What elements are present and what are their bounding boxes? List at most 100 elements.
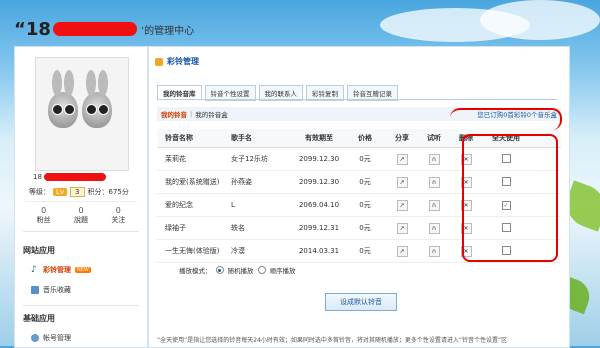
expire-date: 2099.12.31 bbox=[298, 224, 340, 232]
price: 0元 bbox=[359, 247, 371, 255]
stat-label: 粉丝 bbox=[36, 216, 51, 224]
level-value: 3 bbox=[70, 187, 85, 197]
subnav-current[interactable]: 我的铃音 bbox=[161, 109, 187, 119]
column-header: 试听 bbox=[427, 134, 441, 142]
listen-cell: ∩ bbox=[419, 176, 449, 188]
eye bbox=[64, 104, 75, 115]
stat-label: 关注 bbox=[111, 216, 126, 224]
page-header: “18 ’的管理中心 bbox=[14, 14, 194, 44]
share-cell: ↗ bbox=[385, 176, 419, 188]
share-icon[interactable]: ↗ bbox=[396, 222, 408, 234]
level-label: 等级： bbox=[29, 188, 50, 196]
sidebar-item-ringtone[interactable]: ♪ 彩铃管理 NEW bbox=[31, 265, 91, 275]
share-icon[interactable]: ↗ bbox=[396, 199, 408, 211]
divider bbox=[23, 231, 139, 232]
share-cell: ↗ bbox=[385, 245, 419, 257]
radio-sequential-label: 顺序播放 bbox=[269, 267, 296, 275]
section-title-apps: 网站应用 bbox=[23, 246, 55, 255]
avatar-figure bbox=[48, 70, 78, 128]
share-icon[interactable]: ↗ bbox=[396, 245, 408, 257]
stat-follow[interactable]: 0 关注 bbox=[111, 206, 125, 225]
annotation-box bbox=[462, 134, 558, 262]
share-icon[interactable]: ↗ bbox=[396, 176, 408, 188]
username: 18 bbox=[33, 173, 106, 181]
expire-date: 2099.12.30 bbox=[298, 155, 340, 163]
play-mode-label: 播放模式： bbox=[179, 267, 212, 275]
level-row: 等级： Lv 3 积分：675分 bbox=[29, 187, 129, 197]
stat-value: 0 bbox=[78, 206, 84, 215]
sidebar-item-label: 音乐收藏 bbox=[43, 286, 71, 294]
set-default-button[interactable]: 设成默认铃音 bbox=[325, 293, 397, 311]
radio-sequential[interactable] bbox=[257, 266, 266, 274]
user-icon bbox=[31, 334, 39, 342]
panel-title: 彩铃管理 bbox=[155, 56, 199, 67]
headphones-icon[interactable]: ∩ bbox=[428, 153, 440, 165]
subnav-other[interactable]: 我的铃音盒 bbox=[195, 109, 228, 119]
sidebar-item-music[interactable]: 音乐收藏 bbox=[31, 285, 71, 295]
expire-date: 2069.04.10 bbox=[298, 201, 340, 209]
play-mode: 播放模式： 随机播放 顺序播放 bbox=[179, 265, 296, 275]
singer-name: 女子12乐坊 bbox=[231, 155, 268, 163]
level-tag: Lv bbox=[53, 188, 68, 196]
singer-name: 孙燕姿 bbox=[231, 178, 252, 186]
eye bbox=[52, 104, 63, 115]
bg-cloud bbox=[480, 0, 600, 40]
usage-note: “全天使用”是指让您选择的铃音每天24小时有效；如果同时选中多首铃音，将对其随机… bbox=[157, 337, 508, 344]
singer-name: 轶名 bbox=[231, 224, 245, 232]
ringtone-name: 绿袖子 bbox=[165, 224, 186, 232]
singer-name: L bbox=[231, 201, 235, 209]
redaction-mark bbox=[43, 173, 106, 181]
expire-date: 2014.03.31 bbox=[298, 247, 340, 255]
avatar[interactable] bbox=[35, 57, 129, 171]
column-header: 分享 bbox=[395, 134, 409, 142]
ringtone-name: 一生无悔(体验版) bbox=[165, 247, 220, 255]
header-suffix: ’的管理中心 bbox=[140, 25, 195, 37]
listen-cell: ∩ bbox=[419, 245, 449, 257]
headphones-icon[interactable]: ∩ bbox=[428, 245, 440, 257]
ringtone-name: 茉莉花 bbox=[165, 155, 186, 163]
share-cell: ↗ bbox=[385, 199, 419, 211]
panel-title-text: 彩铃管理 bbox=[167, 57, 199, 66]
stat-fans[interactable]: 0 粉丝 bbox=[37, 206, 51, 225]
new-badge: NEW bbox=[75, 267, 91, 273]
folder-icon bbox=[31, 286, 39, 294]
ear bbox=[64, 70, 74, 96]
sidebar-item-account[interactable]: 帐号管理 bbox=[31, 333, 71, 343]
expire-date: 2099.12.30 bbox=[298, 178, 340, 186]
ringtone-name: 爱的纪念 bbox=[165, 201, 193, 209]
sidebar: 18 等级： Lv 3 积分：675分 0 粉丝 0 說題 0 关注 网站应用 ♪ 彩… bbox=[14, 46, 148, 348]
stat-value: 0 bbox=[41, 206, 47, 215]
headphones-icon[interactable]: ∩ bbox=[428, 199, 440, 211]
ear bbox=[98, 70, 108, 96]
music-note-icon: ♪ bbox=[31, 265, 37, 275]
eye bbox=[98, 104, 109, 115]
divider bbox=[23, 305, 139, 306]
listen-cell: ∩ bbox=[419, 153, 449, 165]
radio-random[interactable] bbox=[215, 266, 224, 274]
singer-name: 冷漠 bbox=[231, 247, 245, 255]
share-icon[interactable]: ↗ bbox=[396, 153, 408, 165]
subnav-separator: | bbox=[190, 110, 193, 118]
column-header: 歌手名 bbox=[231, 134, 252, 142]
points-text: 积分：675分 bbox=[87, 188, 129, 196]
ringtone-icon bbox=[155, 57, 163, 66]
ringtone-name: 我的爱(系统赠送) bbox=[165, 178, 220, 186]
section-title-basic: 基础应用 bbox=[23, 314, 55, 323]
share-cell: ↗ bbox=[385, 153, 419, 165]
headphones-icon[interactable]: ∩ bbox=[428, 176, 440, 188]
stat-label: 說題 bbox=[73, 216, 88, 224]
column-header: 铃音名称 bbox=[165, 134, 193, 142]
stat-topics[interactable]: 0 說題 bbox=[74, 206, 88, 225]
eye bbox=[86, 104, 97, 115]
annotation-stroke bbox=[450, 108, 562, 130]
listen-cell: ∩ bbox=[419, 222, 449, 234]
headphones-icon[interactable]: ∩ bbox=[428, 222, 440, 234]
sidebar-item-label: 帐号管理 bbox=[43, 334, 71, 342]
ear bbox=[52, 70, 62, 96]
column-header: 价格 bbox=[358, 134, 372, 142]
price: 0元 bbox=[359, 224, 371, 232]
tab-divider bbox=[157, 99, 557, 100]
price: 0元 bbox=[359, 155, 371, 163]
user-stats: 0 粉丝 0 說題 0 关注 bbox=[25, 201, 137, 225]
radio-random-label: 随机播放 bbox=[227, 267, 254, 275]
